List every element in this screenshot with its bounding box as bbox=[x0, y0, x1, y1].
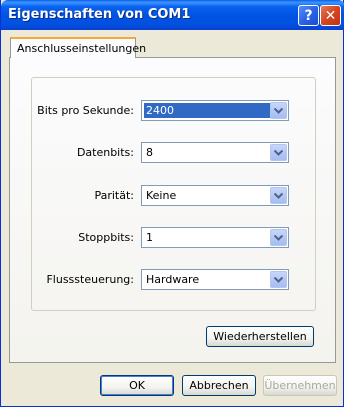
window-title: Eigenschaften von COM1 bbox=[8, 7, 191, 22]
chevron-down-icon[interactable] bbox=[270, 229, 287, 246]
ok-button[interactable]: OK bbox=[100, 375, 174, 396]
data-bits-label: Datenbits: bbox=[76, 146, 134, 159]
close-button[interactable]: ✕ bbox=[320, 5, 341, 26]
data-bits-select[interactable]: 8 bbox=[141, 142, 289, 163]
restore-defaults-label: Wiederherstellen bbox=[213, 330, 307, 343]
parity-select[interactable]: Keine bbox=[141, 185, 289, 206]
dialog-window: Eigenschaften von COM1 ? ✕ Anschlusseins… bbox=[0, 0, 344, 407]
chevron-down-icon[interactable] bbox=[270, 102, 287, 119]
help-button[interactable]: ? bbox=[298, 5, 319, 26]
tab-label: Anschlusseinstellungen bbox=[17, 42, 147, 55]
tab-anschlusseinstellungen[interactable]: Anschlusseinstellungen bbox=[10, 37, 146, 58]
bits-per-second-select[interactable]: 2400 bbox=[141, 100, 289, 121]
apply-button: Übernehmen bbox=[263, 375, 337, 396]
parity-value: Keine bbox=[146, 189, 177, 202]
stop-bits-select[interactable]: 1 bbox=[141, 227, 289, 248]
chevron-down-icon[interactable] bbox=[270, 271, 287, 288]
apply-label: Übernehmen bbox=[264, 379, 336, 392]
bits-per-second-label: Bits pro Sekunde: bbox=[37, 104, 134, 117]
flow-control-value: Hardware bbox=[146, 273, 200, 286]
title-bar[interactable]: Eigenschaften von COM1 ? ✕ bbox=[1, 0, 344, 30]
chevron-down-icon[interactable] bbox=[270, 187, 287, 204]
cancel-button[interactable]: Abbrechen bbox=[182, 375, 256, 396]
stop-bits-value: 1 bbox=[146, 231, 153, 244]
bits-per-second-value: 2400 bbox=[144, 103, 271, 118]
close-icon: ✕ bbox=[324, 7, 337, 24]
flow-control-select[interactable]: Hardware bbox=[141, 269, 289, 290]
cancel-label: Abbrechen bbox=[189, 379, 249, 392]
flow-control-label: Flusssteuerung: bbox=[46, 273, 134, 286]
data-bits-value: 8 bbox=[146, 146, 153, 159]
chevron-down-icon[interactable] bbox=[270, 144, 287, 161]
ok-label: OK bbox=[129, 379, 145, 392]
restore-defaults-button[interactable]: Wiederherstellen bbox=[206, 326, 314, 347]
stop-bits-label: Stoppbits: bbox=[78, 231, 134, 244]
parity-label: Parität: bbox=[94, 189, 134, 202]
help-icon: ? bbox=[304, 7, 313, 24]
